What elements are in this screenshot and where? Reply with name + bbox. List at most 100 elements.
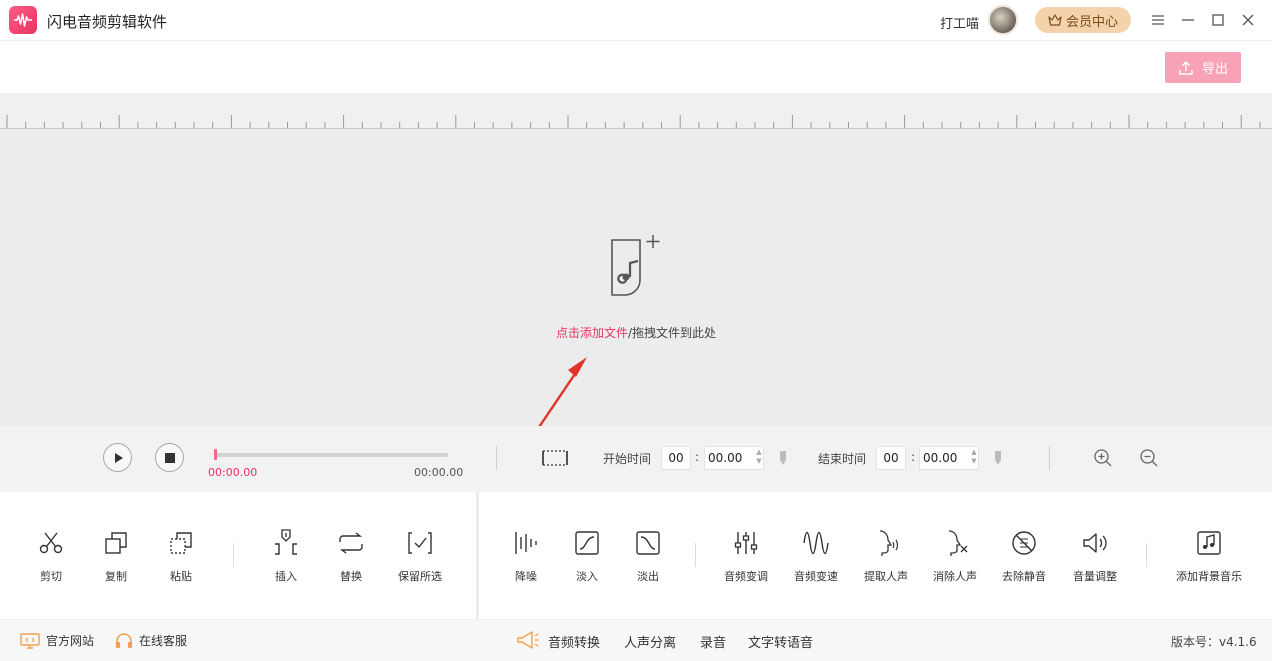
export-button[interactable]: 导出: [1165, 52, 1241, 83]
keep-selection-icon: [385, 528, 455, 558]
headset-icon: [116, 632, 132, 648]
keep-selection-tool[interactable]: 保留所选: [385, 528, 455, 584]
start-marker-icon[interactable]: [778, 450, 788, 469]
tool-divider: [233, 543, 234, 567]
remove-silence-label: 去除静音: [1002, 570, 1046, 583]
version-label: 版本号：v4.1.6: [1171, 635, 1257, 649]
paste-label: 粘贴: [170, 570, 192, 583]
copy-tool[interactable]: 复制: [81, 528, 151, 584]
timeline-ruler[interactable]: [0, 93, 1272, 130]
vip-center-label: 会员中心: [1065, 14, 1118, 30]
tool-divider: [1146, 543, 1147, 567]
app-title: 闪电音频剪辑软件: [47, 13, 168, 31]
avatar[interactable]: [988, 5, 1018, 35]
paste-icon: [146, 528, 216, 558]
ruler-baseline: [0, 128, 1272, 129]
cut-label: 剪切: [40, 570, 62, 583]
fade-out-icon: [613, 528, 683, 558]
fade-out-tool[interactable]: 淡出: [613, 528, 683, 584]
start-minute-input[interactable]: 00: [661, 446, 691, 470]
replace-tool[interactable]: 替换: [316, 528, 386, 584]
voice-separation-link[interactable]: 人声分离: [624, 632, 676, 651]
end-minute-input[interactable]: 00: [876, 446, 906, 470]
bg-music-label: 添加背景音乐: [1176, 570, 1242, 583]
official-website-label: 官方网站: [46, 634, 95, 648]
wave-icon: [781, 528, 851, 558]
crown-icon: [1048, 14, 1062, 26]
megaphone-icon: [516, 630, 540, 653]
equalizer-icon: [711, 528, 781, 558]
username[interactable]: 打工喵: [940, 13, 979, 32]
volume-label: 音量调整: [1073, 570, 1117, 583]
remove-silence-tool[interactable]: 去除静音: [989, 528, 1059, 584]
progress-handle[interactable]: [214, 449, 217, 460]
no-silence-icon: [989, 528, 1059, 558]
audio-convert-link[interactable]: 音频转换: [548, 632, 600, 651]
speed-label: 音频变速: [794, 570, 838, 583]
add-audio-file-icon[interactable]: [604, 231, 664, 300]
play-button[interactable]: [103, 443, 132, 472]
select-range-icon[interactable]: [541, 448, 569, 471]
extract-voice-tool[interactable]: 提取人声: [851, 528, 921, 584]
divider: [1049, 446, 1050, 470]
official-website-link[interactable]: 官方网站: [20, 632, 94, 649]
playback-progress-bar[interactable]: [215, 453, 448, 457]
fade-in-tool[interactable]: 淡入: [552, 528, 622, 584]
text-to-speech-link[interactable]: 文字转语音: [748, 632, 813, 651]
add-file-link[interactable]: 点击添加文件: [556, 326, 628, 340]
app-logo: [9, 6, 37, 34]
cut-tool[interactable]: 剪切: [16, 528, 86, 584]
fade-out-label: 淡出: [637, 570, 659, 583]
replace-icon: [316, 528, 386, 558]
total-time: 00:00.00: [414, 466, 464, 479]
insert-icon: [251, 528, 321, 558]
copy-icon: [81, 528, 151, 558]
voice-profile-icon: [851, 528, 921, 558]
upload-icon: [1179, 60, 1193, 75]
current-time: 00:00.00: [208, 466, 258, 479]
fade-in-label: 淡入: [576, 570, 598, 583]
tool-divider: [695, 543, 696, 567]
ruler-ticks: [6, 115, 1261, 128]
minimize-icon[interactable]: [1177, 9, 1199, 31]
replace-label: 替换: [340, 570, 362, 583]
start-time-spinner[interactable]: ▲ ▼: [755, 448, 763, 466]
stop-icon: [164, 452, 175, 463]
bg-music-tool[interactable]: 添加背景音乐: [1168, 528, 1250, 584]
tools-splitter: [476, 492, 479, 619]
menu-icon[interactable]: [1147, 9, 1169, 31]
record-link[interactable]: 录音: [700, 632, 726, 651]
speed-tool[interactable]: 音频变速: [781, 528, 851, 584]
denoise-tool[interactable]: 降噪: [491, 528, 561, 584]
scissors-icon: [16, 528, 86, 558]
insert-tool[interactable]: 插入: [251, 528, 321, 584]
paste-tool[interactable]: 粘贴: [146, 528, 216, 584]
close-icon[interactable]: [1237, 9, 1259, 31]
colon: :: [911, 450, 916, 464]
zoom-in-icon[interactable]: [1093, 448, 1113, 471]
maximize-icon[interactable]: [1207, 9, 1229, 31]
vip-center-button[interactable]: 会员中心: [1035, 7, 1131, 33]
end-time-label: 结束时间: [818, 452, 867, 466]
online-support-label: 在线客服: [139, 634, 188, 648]
keep-selection-label: 保留所选: [398, 570, 442, 583]
volume-tool[interactable]: 音量调整: [1060, 528, 1130, 584]
export-label: 导出: [1201, 62, 1228, 77]
pitch-tool[interactable]: 音频变调: [711, 528, 781, 584]
online-support-link[interactable]: 在线客服: [115, 632, 187, 649]
colon: :: [695, 450, 700, 464]
zoom-out-icon[interactable]: [1139, 448, 1159, 471]
pitch-label: 音频变调: [724, 570, 768, 583]
end-marker-icon[interactable]: [993, 450, 1003, 469]
end-time-spinner[interactable]: ▲ ▼: [970, 448, 978, 466]
stop-button[interactable]: [155, 443, 184, 472]
denoise-label: 降噪: [515, 570, 537, 583]
remove-voice-tool[interactable]: 消除人声: [920, 528, 990, 584]
play-icon: [114, 452, 123, 463]
monitor-icon: [20, 632, 40, 649]
divider: [496, 446, 497, 470]
mute-voice-icon: [920, 528, 990, 558]
extract-voice-label: 提取人声: [864, 570, 908, 583]
music-note-icon: [1168, 528, 1250, 558]
copy-label: 复制: [105, 570, 127, 583]
